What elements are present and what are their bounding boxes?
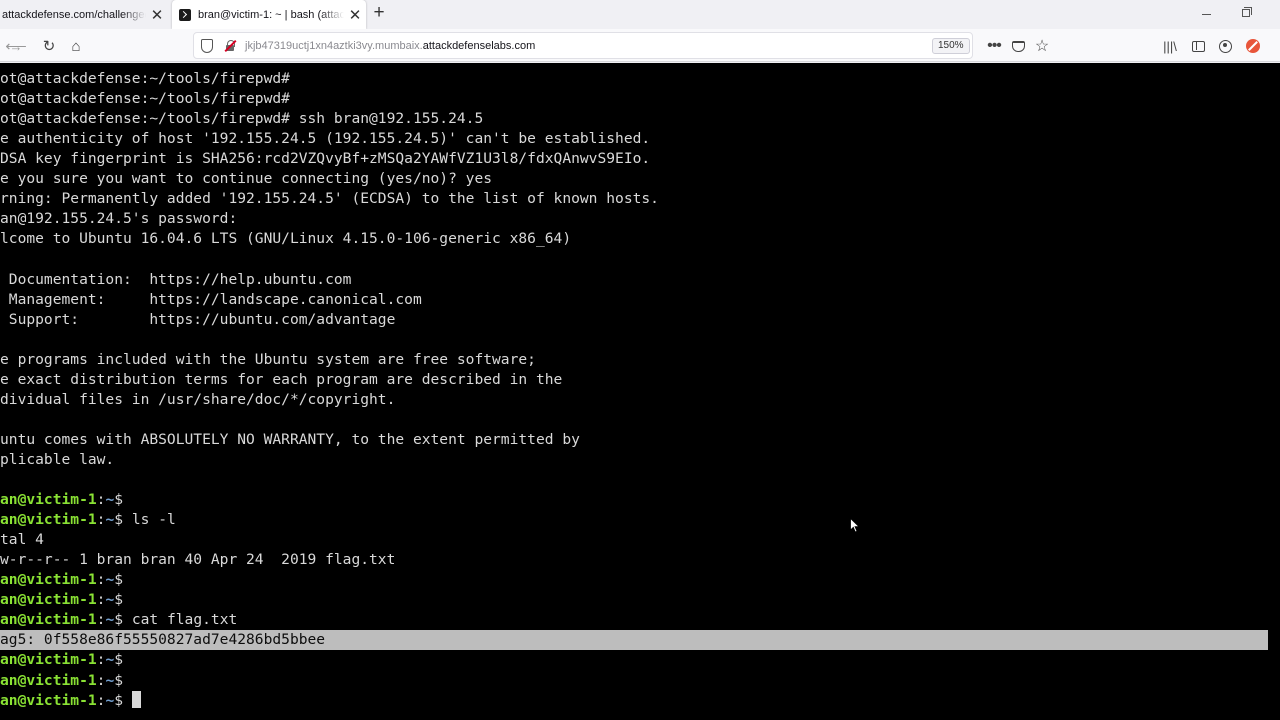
terminal-line[interactable]: dividual files in /usr/share/doc/*/copyr… bbox=[0, 390, 395, 410]
minimize-window-button[interactable] bbox=[1196, 3, 1218, 23]
terminal-output[interactable]: ot@attackdefense:~/tools/firepwd# ot@atta… bbox=[0, 63, 1280, 720]
close-icon[interactable]: ✕ bbox=[344, 4, 366, 26]
prompt-symbol: $ bbox=[114, 571, 124, 589]
prompt-user-host: an@victim-1 bbox=[0, 571, 97, 589]
forward-icon[interactable]: → bbox=[8, 34, 24, 58]
home-icon[interactable]: ⌂ bbox=[64, 34, 88, 58]
prompt-user-host: an@victim-1 bbox=[0, 511, 97, 529]
navigation-toolbar: ⟵ → ↻ ⌂ jkjb47319uctj1xn4aztki3vy.mumbai… bbox=[0, 29, 1280, 62]
terminal-prompt-line[interactable]: an@victim-1:~$ bbox=[0, 671, 123, 691]
terminal-icon bbox=[179, 8, 191, 21]
prompt-symbol: $ bbox=[114, 611, 124, 629]
url-text[interactable]: jkjb47319uctj1xn4aztki3vy.mumbaix.attack… bbox=[245, 40, 535, 52]
prompt-path: ~ bbox=[105, 571, 115, 589]
terminal-line[interactable]: e exact distribution terms for each prog… bbox=[0, 370, 562, 390]
terminal-line[interactable]: ot@attackdefense:~/tools/firepwd# bbox=[0, 69, 290, 89]
bookmark-star-icon[interactable]: ☆ bbox=[1030, 34, 1054, 58]
prompt-path: ~ bbox=[105, 691, 115, 709]
prompt-symbol: $ bbox=[114, 491, 124, 509]
zoom-level-badge[interactable]: 150% bbox=[932, 38, 970, 54]
prompt-user-host: an@victim-1 bbox=[0, 651, 97, 669]
terminal-line[interactable]: e authenticity of host '192.155.24.5 (19… bbox=[0, 129, 650, 149]
tab-challenge-details[interactable]: attackdefense.com/challengedetails?cid=.… bbox=[0, 0, 168, 29]
prompt-symbol: $ bbox=[114, 671, 124, 689]
prompt-user-host: an@victim-1 bbox=[0, 491, 97, 509]
terminal-line[interactable]: w-r--r-- 1 bran bran 40 Apr 24 2019 flag… bbox=[0, 550, 395, 570]
tab-terminal[interactable]: bran@victim-1: ~ | bash (attackdefense) … bbox=[172, 0, 366, 29]
terminal-line[interactable]: Management: https://landscape.canonical.… bbox=[0, 290, 422, 310]
prompt-path: ~ bbox=[105, 511, 115, 529]
mouse-pointer-icon bbox=[850, 518, 860, 533]
extension-icon[interactable] bbox=[1241, 34, 1265, 58]
prompt-symbol: $ bbox=[114, 691, 124, 709]
more-icon[interactable]: ••• bbox=[982, 34, 1006, 58]
restore-window-button[interactable] bbox=[1235, 3, 1257, 23]
prompt-user-host: an@victim-1 bbox=[0, 611, 97, 629]
terminal-line[interactable]: DSA key fingerprint is SHA256:rcd2VZQvyB… bbox=[0, 149, 650, 169]
sidebar-icon[interactable] bbox=[1186, 34, 1210, 58]
text-cursor bbox=[131, 690, 141, 708]
terminal-line[interactable]: Support: https://ubuntu.com/advantage bbox=[0, 310, 396, 330]
prompt-path: ~ bbox=[105, 671, 115, 689]
terminal-prompt-line[interactable]: an@victim-1:~$ bbox=[0, 650, 123, 670]
address-bar[interactable]: jkjb47319uctj1xn4aztki3vy.mumbaix.attack… bbox=[193, 32, 973, 59]
terminal-line[interactable]: rning: Permanently added '192.155.24.5' … bbox=[0, 189, 659, 209]
shield-icon[interactable] bbox=[201, 38, 213, 53]
terminal-line[interactable]: Documentation: https://help.ubuntu.com bbox=[0, 270, 352, 290]
library-icon[interactable]: |||\ bbox=[1158, 34, 1182, 58]
prompt-user-host: an@victim-1 bbox=[0, 591, 97, 609]
terminal-prompt-line[interactable]: an@victim-1:~$ cat flag.txt bbox=[0, 610, 237, 630]
prompt-path: ~ bbox=[105, 491, 115, 509]
prompt-symbol: $ bbox=[114, 651, 124, 669]
terminal-line[interactable]: an@192.155.24.5's password: bbox=[0, 209, 237, 229]
terminal-prompt-line[interactable]: an@victim-1:~$ bbox=[0, 590, 123, 610]
prompt-symbol: $ bbox=[114, 591, 124, 609]
terminal-line[interactable]: ot@attackdefense:~/tools/firepwd# bbox=[0, 89, 290, 109]
prompt-user-host: an@victim-1 bbox=[0, 671, 97, 689]
terminal-prompt-line[interactable]: an@victim-1:~$ ls -l bbox=[0, 510, 176, 530]
prompt-path: ~ bbox=[105, 651, 115, 669]
terminal-line[interactable]: e programs included with the Ubuntu syst… bbox=[0, 350, 536, 370]
account-icon[interactable] bbox=[1213, 34, 1237, 58]
terminal-line[interactable]: lcome to Ubuntu 16.04.6 LTS (GNU/Linux 4… bbox=[0, 229, 571, 249]
terminal-line[interactable]: untu comes with ABSOLUTELY NO WARRANTY, … bbox=[0, 430, 580, 450]
terminal-line[interactable]: e you sure you want to continue connecti… bbox=[0, 169, 492, 189]
command-text: ls -l bbox=[123, 511, 176, 529]
command-text: cat flag.txt bbox=[123, 611, 238, 629]
new-tab-button[interactable]: + bbox=[368, 3, 390, 25]
terminal-line[interactable]: plicable law. bbox=[0, 450, 114, 470]
command-text bbox=[123, 692, 132, 709]
terminal-prompt-line[interactable]: an@victim-1:~$ bbox=[0, 690, 141, 711]
terminal-line[interactable]: ot@attackdefense:~/tools/firepwd# ssh br… bbox=[0, 109, 483, 129]
prompt-path: ~ bbox=[105, 611, 115, 629]
prompt-symbol: $ bbox=[114, 511, 124, 529]
tab-strip: attackdefense.com/challengedetails?cid=.… bbox=[0, 0, 1280, 29]
lock-insecure-icon[interactable] bbox=[224, 39, 237, 52]
reload-icon[interactable]: ↻ bbox=[37, 34, 61, 58]
prompt-user-host: an@victim-1 bbox=[0, 691, 97, 709]
close-icon[interactable]: ✕ bbox=[146, 4, 168, 26]
pocket-icon[interactable] bbox=[1006, 34, 1030, 58]
terminal-prompt-line[interactable]: an@victim-1:~$ bbox=[0, 490, 123, 510]
terminal-prompt-line[interactable]: an@victim-1:~$ bbox=[0, 570, 123, 590]
terminal-selected-line[interactable]: ag5: 0f558e86f55550827ad7e4286bd5bbee bbox=[0, 630, 1268, 651]
prompt-path: ~ bbox=[105, 591, 115, 609]
terminal-line[interactable]: tal 4 bbox=[0, 530, 44, 550]
